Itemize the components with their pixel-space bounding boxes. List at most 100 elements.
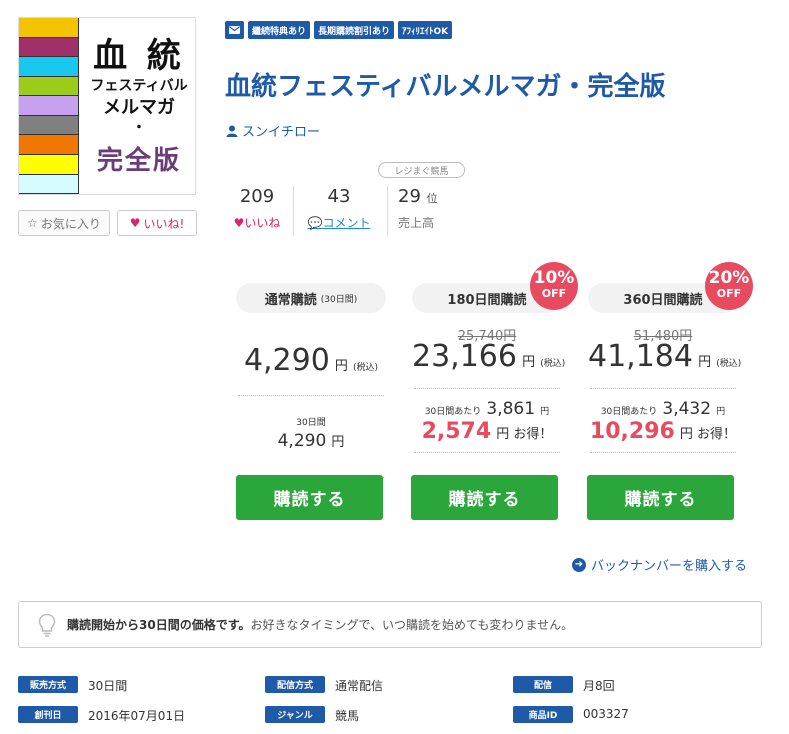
savings-row: 10,296 円 お得！ bbox=[588, 419, 738, 444]
meta-value-launch-date: 2016年07月01日 bbox=[88, 709, 186, 723]
cover-line-5: 完全版 bbox=[96, 145, 181, 176]
price-tax-note: (税込) bbox=[540, 359, 566, 369]
discount-badge-20: 20% OFF bbox=[705, 262, 753, 310]
subscribe-button-360days[interactable]: 購読する bbox=[587, 475, 734, 520]
page-title: 血統フェスティバルメルマガ・完全版 bbox=[225, 72, 666, 102]
likes-stat[interactable]: 209 ♥いいね bbox=[222, 186, 292, 231]
favorite-button[interactable]: ☆ お気に入り bbox=[18, 210, 110, 236]
monthly-price: 3,861 bbox=[486, 399, 536, 419]
author-name: スンイチロー bbox=[242, 125, 321, 140]
meta-value-genre: 競馬 bbox=[335, 709, 360, 723]
divider bbox=[590, 388, 736, 389]
discount-percent: 20% bbox=[708, 268, 750, 288]
rank-value-row: 29 位 bbox=[398, 186, 448, 210]
tag-list: 繼続特典あり 長期購読割引あり ｱﾌｨﾘｴｲﾄOK bbox=[225, 21, 453, 39]
like-button[interactable]: ♥ いいね! bbox=[117, 210, 197, 236]
plan-header: 通常購読 (30日間) bbox=[236, 283, 386, 313]
plan-price: 4,290 円 (税込) bbox=[236, 343, 386, 378]
savings-suffix: 円 お得！ bbox=[496, 427, 553, 442]
monthly-label: 30日間あたり bbox=[600, 407, 658, 417]
monthly-unit: 円 bbox=[540, 407, 550, 417]
plan-price: 41,184 円 (税込) bbox=[588, 339, 742, 374]
monthly-label-row: 30日間 bbox=[236, 410, 386, 429]
cover-line-2: フェスティバル bbox=[90, 77, 188, 94]
plan-card-180days: 180日間購読 25,740円 23,166 円 (税込) 30日間あたり 3,… bbox=[412, 283, 566, 453]
tag-continuation-bonus: 繼続特典あり bbox=[248, 21, 311, 39]
meta-label-delivery: 配信 bbox=[513, 676, 573, 693]
savings-row: 2,574 円 お得！ bbox=[412, 419, 562, 444]
cover-color-stripes bbox=[19, 18, 79, 195]
savings-amount: 2,574 bbox=[421, 419, 492, 444]
price-value: 4,290 bbox=[243, 343, 330, 378]
monthly-price: 3,432 bbox=[662, 399, 712, 419]
monthly-price-row: 30日間あたり 3,432 円 bbox=[588, 399, 738, 419]
arrow-right-circle-icon: ➜ bbox=[572, 557, 586, 572]
original-price bbox=[236, 325, 386, 341]
discount-badge-10: 10% OFF bbox=[530, 262, 578, 310]
divider bbox=[590, 452, 736, 453]
monthly-price: 4,290 bbox=[277, 431, 327, 451]
stat-divider bbox=[387, 186, 388, 236]
meta-value-delivery-method: 通常配信 bbox=[335, 679, 384, 693]
monthly-price-row: 30日間あたり 3,861 円 bbox=[412, 399, 562, 419]
rank-stat: 29 位 売上高 bbox=[398, 186, 448, 231]
discount-off-label: OFF bbox=[716, 287, 742, 300]
plan-name: 360日間購読 bbox=[623, 292, 703, 308]
cover-line-3: メルマガ bbox=[103, 96, 175, 118]
mail-tag bbox=[225, 21, 244, 39]
plan-period-note: (30日間) bbox=[320, 294, 358, 305]
savings-amount: 10,296 bbox=[589, 419, 675, 444]
rank-category-badge: レジまぐ競馬 bbox=[378, 162, 465, 178]
plan-name: 通常購読 bbox=[264, 292, 317, 308]
notice-bold-text: 購読開始から30日間の価格です。 bbox=[67, 618, 251, 632]
monthly-unit: 円 bbox=[716, 407, 726, 417]
meta-label-product-id: 商品ID bbox=[513, 706, 573, 723]
rank-suffix: 位 bbox=[426, 192, 438, 205]
stat-divider bbox=[293, 186, 294, 236]
backnumber-link[interactable]: ➜ バックナンバーを購入する bbox=[572, 555, 747, 574]
meta-label-delivery-method: 配信方式 bbox=[265, 676, 325, 693]
subscribe-button-30days[interactable]: 購読する bbox=[236, 475, 383, 520]
mail-icon bbox=[229, 26, 240, 34]
heart-icon: ♥ bbox=[129, 216, 141, 230]
comments-label: コメント bbox=[322, 216, 371, 230]
monthly-price-row: 4,290 円 bbox=[236, 431, 386, 451]
notice-text: お好きなタイミングで、いつ購読を始めても変わりません。 bbox=[250, 618, 574, 632]
meta-value-product-id: 003327 bbox=[583, 707, 629, 721]
likes-label: いいね bbox=[244, 216, 281, 230]
tag-affiliate-ok: ｱﾌｨﾘｴｲﾄOK bbox=[398, 21, 453, 39]
star-icon: ☆ bbox=[27, 216, 38, 230]
meta-value-sales-method: 30日間 bbox=[88, 679, 128, 693]
favorite-label: お気に入り bbox=[40, 216, 101, 231]
comments-label-wrap: 💬コメント bbox=[303, 214, 375, 231]
author-link[interactable]: スンイチロー bbox=[226, 121, 320, 140]
tag-long-term-discount: 長期購読割引あり bbox=[314, 21, 395, 39]
product-cover-image: 血 統 フェスティバル メルマガ ・ 完全版 bbox=[18, 17, 196, 195]
speech-bubble-icon: 💬 bbox=[307, 216, 323, 230]
rank-value: 29 bbox=[398, 186, 421, 207]
monthly-label: 30日間 bbox=[296, 418, 326, 428]
price-tax-note: (税込) bbox=[716, 359, 742, 369]
like-label: いいね! bbox=[143, 216, 185, 231]
likes-count: 209 bbox=[239, 186, 275, 207]
savings-suffix: 円 お得！ bbox=[679, 427, 737, 442]
discount-off-label: OFF bbox=[541, 287, 567, 300]
monthly-unit: 円 bbox=[331, 435, 345, 450]
cover-line-4: ・ bbox=[132, 119, 146, 136]
divider bbox=[414, 388, 560, 389]
price-unit: 円 bbox=[334, 359, 348, 374]
plan-price: 23,166 円 (税込) bbox=[412, 339, 566, 374]
monthly-label: 30日間あたり bbox=[424, 407, 482, 417]
backnumber-label: バックナンバーを購入する bbox=[591, 559, 748, 574]
plan-card-30days: 通常購読 (30日間) 4,290 円 (税込) 30日間 4,290 円 bbox=[236, 283, 386, 478]
divider bbox=[414, 452, 560, 453]
cover-title-text: 血 統 フェスティバル メルマガ ・ 完全版 bbox=[83, 18, 195, 194]
meta-label-launch-date: 創刊日 bbox=[18, 706, 78, 723]
rank-label: 売上高 bbox=[398, 216, 435, 230]
plan-card-360days: 360日間購読 51,480円 41,184 円 (税込) 30日間あたり 3,… bbox=[588, 283, 742, 453]
price-notice-box: 購読開始から30日間の価格です。 お好きなタイミングで、いつ購読を始めても変わり… bbox=[18, 601, 762, 648]
subscribe-button-180days[interactable]: 購読する bbox=[411, 475, 558, 520]
discount-percent: 10% bbox=[533, 268, 575, 288]
comments-count: 43 bbox=[327, 186, 351, 207]
comments-stat[interactable]: 43 💬コメント bbox=[303, 186, 375, 231]
